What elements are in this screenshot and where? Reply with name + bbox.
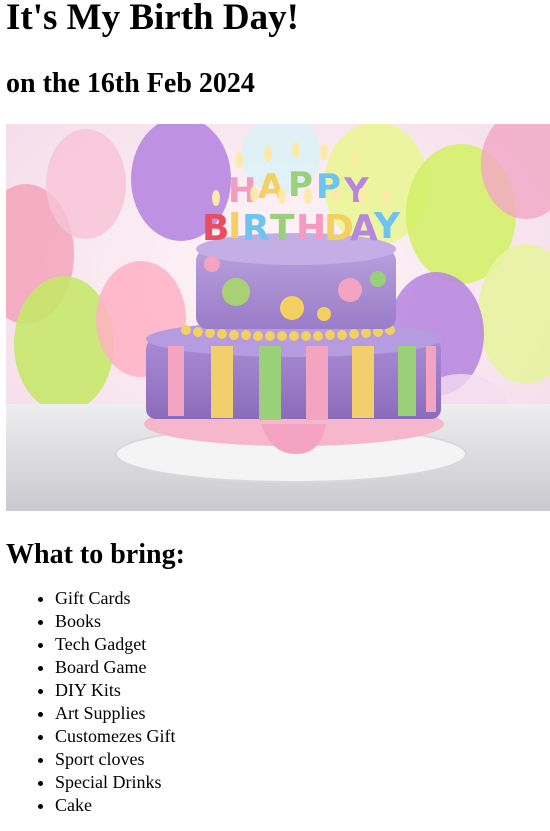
svg-text:B: B xyxy=(202,208,229,249)
list-item: DIY Kits xyxy=(55,679,544,702)
svg-text:T: T xyxy=(270,208,295,249)
svg-text:I: I xyxy=(228,206,241,247)
list-item: Art Supplies xyxy=(55,702,544,725)
list-item: Tech Gadget xyxy=(55,633,544,656)
svg-text:R: R xyxy=(242,208,270,249)
list-item: Special Drinks xyxy=(55,771,544,794)
list-item: Gift Cards xyxy=(55,587,544,610)
page-title: It's My Birth Day! xyxy=(6,0,299,38)
svg-text:Y: Y xyxy=(373,206,401,247)
page: It's My Birth Day! on the 16th Feb 2024 xyxy=(0,0,550,817)
cake-illustration: H A P P Y B I R T H D A Y xyxy=(6,124,550,511)
list-item: Books xyxy=(55,610,544,633)
svg-text:H: H xyxy=(296,208,326,249)
bring-list: Gift Cards Books Tech Gadget Board Game … xyxy=(6,587,544,817)
what-to-bring-heading: What to bring: xyxy=(6,539,185,570)
list-item: Board Game xyxy=(55,656,544,679)
list-item: Customezes Gift xyxy=(55,725,544,748)
list-item: Cake xyxy=(55,794,544,817)
event-date: on the 16th Feb 2024 xyxy=(6,68,255,99)
birthday-cake-image: H A P P Y B I R T H D A Y xyxy=(6,124,550,511)
list-item: Sport cloves xyxy=(55,748,544,771)
